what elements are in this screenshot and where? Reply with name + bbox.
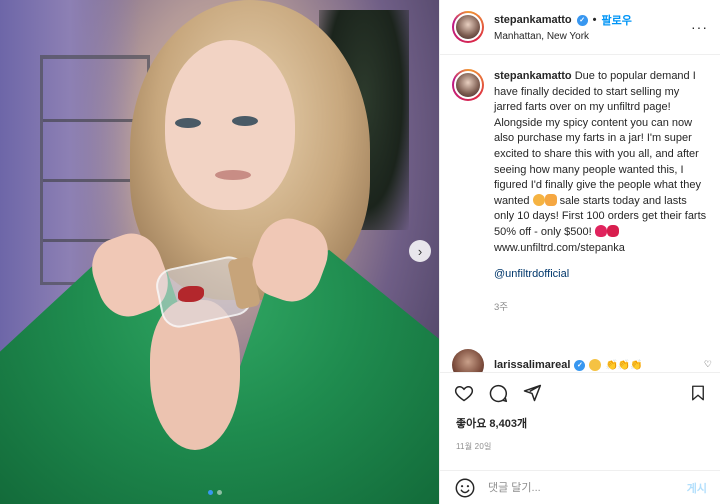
comment-composer: 게시 <box>440 470 720 504</box>
post-location[interactable]: Manhattan, New York <box>494 31 632 42</box>
post-side-panel: stepankamatto ✓ • 팔로우 Manhattan, New Yor… <box>439 0 720 504</box>
header-username[interactable]: stepankamatto <box>494 14 572 26</box>
more-icon[interactable]: ··· <box>691 19 708 35</box>
post-comment-button[interactable]: 게시 <box>687 480 707 496</box>
heart-icon[interactable] <box>454 383 474 403</box>
kiss-lips-emoji-icon <box>606 224 619 237</box>
comment-username[interactable]: larissalimareal <box>494 359 570 371</box>
action-bar <box>440 373 720 413</box>
likes-count[interactable]: 좋아요 8,403개 <box>440 413 720 431</box>
caption-mention[interactable]: @unfiltrdofficial <box>494 267 708 283</box>
share-icon[interactable] <box>522 383 542 403</box>
caption-username[interactable]: stepankamatto <box>494 70 572 82</box>
person-eye-right <box>232 116 258 126</box>
person-lips <box>215 170 251 180</box>
instagram-post-modal: › stepankamatto ✓ • 팔로우 Manhattan, New Y… <box>0 0 720 504</box>
avatar[interactable] <box>452 11 484 43</box>
comment-icon[interactable] <box>488 383 508 403</box>
actions-section: 좋아요 8,403개 11월 20일 <box>440 372 720 452</box>
carousel-dot-2 <box>217 490 222 495</box>
person-eye-left <box>175 118 201 128</box>
post-caption: stepankamatto Due to popular demand I ha… <box>440 55 720 315</box>
post-photo[interactable]: › <box>0 0 439 504</box>
bookmark-icon[interactable] <box>689 383 707 403</box>
carousel-next-button[interactable]: › <box>409 240 431 262</box>
screaming-face-emoji-icon <box>544 193 557 206</box>
comment-input[interactable] <box>488 481 675 494</box>
caption-text-1: Due to popular demand I have finally dec… <box>494 70 701 207</box>
star-struck-emoji-icon <box>532 193 545 206</box>
follow-button[interactable]: 팔로우 <box>602 12 632 28</box>
verified-icon: ✓ <box>574 359 586 371</box>
caption-avatar[interactable] <box>452 69 484 101</box>
caption-link: www.unfiltrd.com/stepanka <box>494 241 625 254</box>
carousel-dot-1 <box>208 490 213 495</box>
clap-hands-emoji-icon: 👏👏👏 <box>605 359 643 371</box>
jar-contents <box>178 286 204 302</box>
post-date[interactable]: 11월 20일 <box>440 431 720 452</box>
post-header: stepankamatto ✓ • 팔로우 Manhattan, New Yor… <box>440 0 720 55</box>
heart-emoji-icon <box>594 224 607 237</box>
emoji-icon[interactable] <box>454 477 476 499</box>
verified-icon: ✓ <box>576 14 588 26</box>
carousel-dots <box>208 490 222 495</box>
caption-time[interactable]: 3주 <box>494 300 708 316</box>
chevron-right-icon: › <box>417 243 423 259</box>
laughing-emoji-icon <box>589 359 602 371</box>
comment-like-heart-icon[interactable]: ♡ <box>704 359 712 370</box>
